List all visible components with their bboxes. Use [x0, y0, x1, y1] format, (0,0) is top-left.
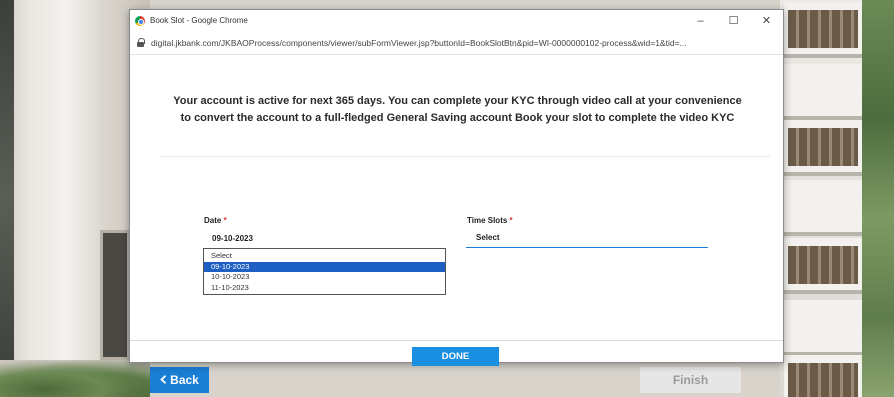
footer-divider — [130, 340, 783, 341]
done-button-label: DONE — [441, 351, 470, 362]
date-select[interactable]: 09-10-2023 — [212, 234, 253, 243]
address-bar[interactable]: digital.jkbank.com/JKBAOProcess/componen… — [130, 31, 783, 55]
divider — [160, 156, 770, 157]
window-controls: – ☐ ✕ — [684, 10, 783, 31]
finish-button[interactable]: Finish — [640, 367, 741, 393]
date-label-text: Date — [204, 216, 222, 225]
popup-content: Your account is active for next 365 days… — [130, 55, 783, 366]
background-window — [100, 230, 130, 360]
maximize-icon[interactable]: ☐ — [717, 10, 750, 31]
background-balcony — [784, 2, 864, 58]
finish-button-label: Finish — [672, 373, 709, 387]
background-tree — [862, 0, 894, 397]
url-text: digital.jkbank.com/JKBAOProcess/componen… — [151, 37, 687, 48]
background-balcony — [784, 238, 864, 294]
back-button-label: Back — [170, 373, 199, 387]
time-slots-select[interactable]: Select — [466, 228, 708, 248]
date-option[interactable]: 11-10-2023 — [204, 283, 445, 294]
book-slot-popup-window: Book Slot - Google Chrome – ☐ ✕ digital.… — [129, 9, 784, 366]
background-balcony — [784, 355, 864, 397]
time-slots-value: Select — [476, 233, 500, 242]
kyc-message: Your account is active for next 365 days… — [173, 95, 742, 124]
time-slots-label: Time Slots * — [467, 216, 513, 225]
background-bushes — [0, 360, 150, 397]
date-option-selected[interactable]: 09-10-2023 — [204, 261, 445, 272]
background-shadow — [0, 0, 14, 397]
chevron-left-icon — [160, 373, 167, 387]
date-label: Date * — [204, 216, 227, 225]
required-mark: * — [509, 216, 513, 225]
date-option[interactable]: Select — [204, 251, 445, 262]
date-dropdown-list: Select 09-10-2023 10-10-2023 11-10-2023 — [203, 248, 446, 295]
required-mark: * — [223, 216, 227, 225]
window-title: Book Slot - Google Chrome — [150, 16, 248, 25]
lock-icon — [137, 38, 145, 47]
minimize-icon[interactable]: – — [684, 10, 717, 31]
time-slots-label-text: Time Slots — [467, 216, 508, 225]
background-balcony — [784, 64, 864, 120]
done-button[interactable]: DONE — [412, 347, 499, 366]
close-icon[interactable]: ✕ — [750, 10, 783, 31]
background-balcony — [784, 120, 864, 176]
window-titlebar: Book Slot - Google Chrome – ☐ ✕ — [130, 10, 783, 31]
date-option[interactable]: 10-10-2023 — [204, 272, 445, 283]
chrome-icon — [135, 15, 145, 26]
background-balcony — [784, 300, 864, 356]
background-balcony — [784, 180, 864, 236]
back-button[interactable]: Back — [150, 367, 209, 393]
